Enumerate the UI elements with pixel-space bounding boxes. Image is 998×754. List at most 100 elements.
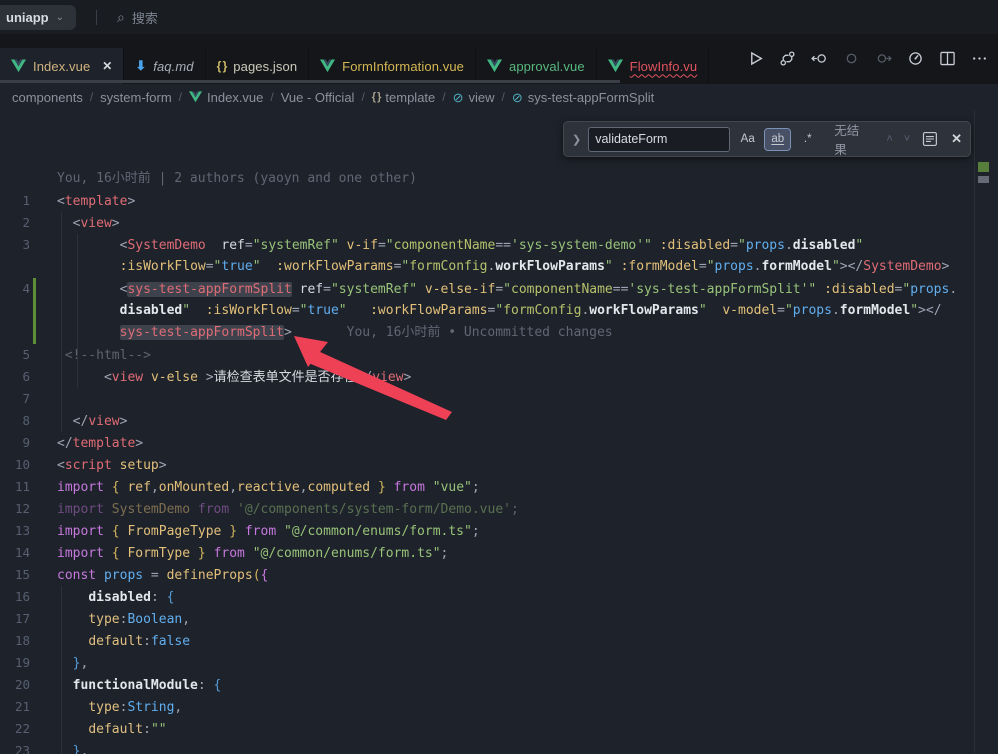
tab-forminformation-vue[interactable]: FormInformation.vue [309,48,476,84]
line-number[interactable]: 6 [0,366,30,388]
code-line[interactable]: 17 type:Boolean, [0,608,975,630]
breadcrumb-item-index-vue[interactable]: Index.vue [189,90,263,105]
line-number[interactable]: 1 [0,190,30,212]
line-content: import { FormType } from "@/common/enums… [30,543,448,565]
code-line[interactable]: 4 <sys-test-appFormSplit ref="systemRef"… [0,278,975,300]
tab-approval-vue[interactable]: approval.vue [476,48,597,84]
line-number[interactable]: 15 [0,564,30,586]
line-content: disabled" :isWorkFlow="true" :workFlowPa… [30,300,942,322]
tab-flowinfo-vu[interactable]: FlowInfo.vu [597,48,710,84]
line-number[interactable]: 20 [0,674,30,696]
line-number[interactable]: 5 [0,344,30,366]
more-actions-icon[interactable] [971,50,988,67]
close-find-icon[interactable]: ✕ [951,131,962,147]
code-line[interactable]: 15const props = defineProps({ [0,564,975,586]
code-line[interactable]: sys-test-appFormSplit> You, 16小时前 • Unco… [0,322,975,344]
regex-button[interactable]: .* [795,129,820,150]
run-icon[interactable] [747,50,764,67]
source-control-graph-icon[interactable] [779,50,796,67]
line-number[interactable]: 4 [0,278,30,300]
line-number[interactable]: 19 [0,652,30,674]
line-number[interactable]: 21 [0,696,30,718]
whole-word-button[interactable]: ab [765,129,790,150]
breadcrumb-item-view[interactable]: ⊘view [453,90,495,105]
code-line[interactable]: 16 disabled: { [0,586,975,608]
toggle-replace-icon[interactable]: ❯ [572,133,581,146]
code-line[interactable]: :isWorkFlow="true" :workFlowParams="form… [0,256,975,278]
tab-faq-md[interactable]: ⬇faq.md [124,48,205,84]
code-line[interactable]: disabled" :isWorkFlow="true" :workFlowPa… [0,300,975,322]
code-line[interactable]: 18 default:false [0,630,975,652]
breadcrumb-label: system-form [100,90,172,105]
previous-match-icon[interactable]: ˄ [886,133,892,145]
line-number[interactable]: 2 [0,212,30,234]
split-editor-icon[interactable] [939,50,956,67]
line-number[interactable]: 16 [0,586,30,608]
code-line[interactable]: 21 type:String, [0,696,975,718]
breadcrumb-label: view [469,90,495,105]
code-line[interactable]: 10<script setup> [0,454,975,476]
tab-pages-json[interactable]: { }pages.json [206,48,310,84]
find-in-selection-icon[interactable] [922,131,938,147]
code-line[interactable]: 13import { FromPageType } from "@/common… [0,520,975,542]
line-number[interactable]: 13 [0,520,30,542]
chevron-down-icon: ⌄ [56,12,64,23]
tab-index-vue[interactable]: Index.vue✕ [0,48,124,84]
code-line[interactable]: 14import { FormType } from "@/common/enu… [0,542,975,564]
code-line[interactable]: 22 default:"" [0,718,975,740]
project-menu-button[interactable]: uniapp ⌄ [0,5,76,30]
line-number[interactable]: 23 [0,740,30,754]
close-tab-icon[interactable]: ✕ [102,59,112,73]
line-number[interactable]: 8 [0,410,30,432]
run-debug-icon[interactable] [907,50,924,67]
code-line[interactable]: 23 }, [0,740,975,754]
braces-icon: { } [217,59,227,73]
breadcrumb-item-template[interactable]: { }template [372,90,436,105]
breadcrumb-item-components[interactable]: components [12,90,83,105]
breadcrumb-item-sys-test-appformsplit[interactable]: ⊘sys-test-appFormSplit [512,90,654,105]
code-line[interactable]: 20 functionalModule: { [0,674,975,696]
code-area[interactable]: You, 16小时前 | 2 authors (yaoyn and one ot… [0,168,975,754]
line-number[interactable]: 3 [0,234,30,256]
overview-ruler[interactable] [974,110,998,754]
navigate-back-icon[interactable] [843,50,860,67]
line-number[interactable]: 11 [0,476,30,498]
braces-icon: { } [372,91,381,103]
tab-label: approval.vue [509,59,585,74]
code-line[interactable]: 7 [0,388,975,410]
open-changes-icon[interactable] [811,50,828,67]
breadcrumb-item-vue-official[interactable]: Vue - Official [281,90,355,105]
line-number[interactable]: 12 [0,498,30,520]
line-number[interactable]: 14 [0,542,30,564]
code-line[interactable]: 12import SystemDemo from '@/components/s… [0,498,975,520]
navigate-forward-icon[interactable] [875,50,892,67]
tabbar-scrollbar[interactable] [0,80,620,83]
find-input[interactable] [588,127,730,152]
editor-pane[interactable]: You, 16小时前 | 2 authors (yaoyn and one ot… [0,110,998,754]
code-line[interactable]: 5 <!--html--> [0,344,975,366]
code-line[interactable]: 19 }, [0,652,975,674]
code-line[interactable]: 2 <view> [0,212,975,234]
vscode-window: uniapp ⌄ ⌕ 搜索 Index.vue✕⬇faq.md{ }pages.… [0,0,998,754]
line-number[interactable]: 18 [0,630,30,652]
next-match-icon[interactable]: ˅ [904,133,910,145]
tabs-container: Index.vue✕⬇faq.md{ }pages.jsonFormInform… [0,48,709,84]
match-case-button[interactable]: Aa [735,129,760,150]
line-number[interactable]: 17 [0,608,30,630]
line-number[interactable]: 7 [0,388,30,410]
global-search-button[interactable]: ⌕ 搜索 [117,8,158,27]
code-line[interactable]: 8 </view> [0,410,975,432]
line-content: </template> [30,433,143,455]
code-line[interactable]: You, 16小时前 | 2 authors (yaoyn and one ot… [0,168,975,190]
breadcrumb-separator: / [442,90,445,104]
line-number[interactable]: 9 [0,432,30,454]
code-line[interactable]: 1<template> [0,190,975,212]
code-line[interactable]: 11import { ref,onMounted,reactive,comput… [0,476,975,498]
code-line[interactable]: 6 <view v-else >请检查表单文件是否存在</view> [0,366,975,388]
line-number[interactable]: 22 [0,718,30,740]
code-line[interactable]: 9</template> [0,432,975,454]
breadcrumb-item-system-form[interactable]: system-form [100,90,172,105]
line-content: <!--html--> [30,345,151,367]
line-number[interactable]: 10 [0,454,30,476]
code-line[interactable]: 3 <SystemDemo ref="systemRef" v-if="comp… [0,234,975,256]
